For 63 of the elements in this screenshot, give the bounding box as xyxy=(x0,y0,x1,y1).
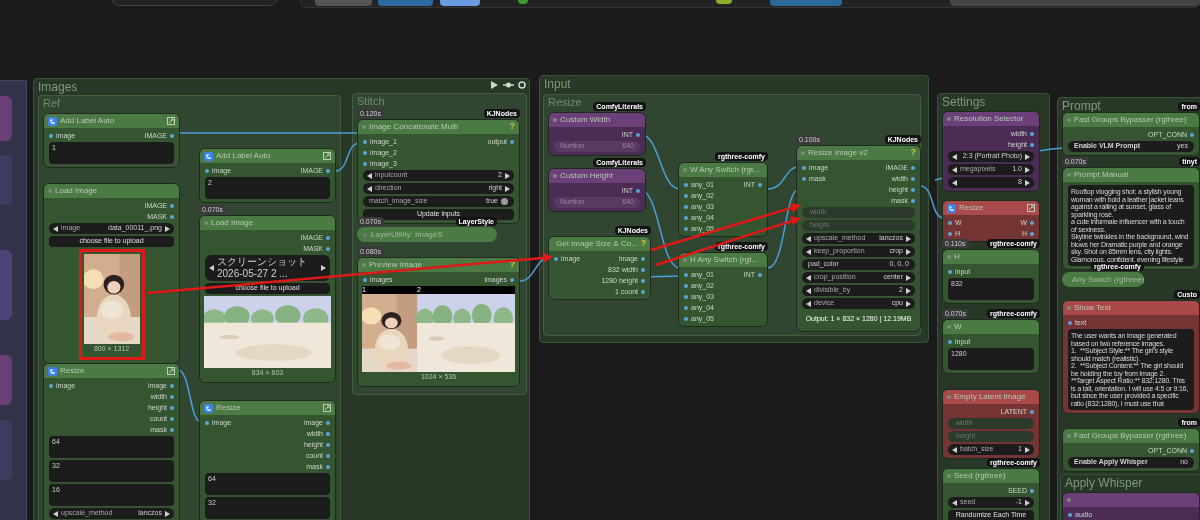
caret-right-icon[interactable] xyxy=(165,510,170,517)
node-title: Resize xyxy=(216,402,241,414)
caret-right-icon[interactable] xyxy=(321,265,326,271)
node-title: Add Label Auto xyxy=(60,115,115,127)
node-header[interactable]: Resolution Selector xyxy=(943,112,1039,126)
caret-right-icon[interactable] xyxy=(1025,499,1030,506)
node-title: W xyxy=(954,321,962,333)
expand-icon[interactable] xyxy=(167,117,175,125)
node-header[interactable] xyxy=(1063,493,1199,507)
node-title: Empty Latent Image xyxy=(954,391,1026,403)
group-title: Apply Whisper xyxy=(1065,475,1143,492)
group-title: Prompt xyxy=(1062,98,1101,115)
node-header[interactable]: Empty Latent Image xyxy=(943,390,1039,404)
node-title: H xyxy=(954,251,960,263)
expand-icon[interactable] xyxy=(1027,204,1035,212)
group-title: Ref xyxy=(43,96,61,111)
node-header[interactable]: Resize xyxy=(943,201,1039,215)
group-title: Input xyxy=(544,76,571,93)
caret-left-icon[interactable] xyxy=(952,499,957,506)
combo-field[interactable]: スクリーンショット 2026-05-27 2 ... xyxy=(205,255,330,281)
node-title: Fast Groups Bypasser (rgthree) xyxy=(1074,114,1187,126)
caret-left-icon[interactable] xyxy=(209,265,214,271)
caret-left-icon[interactable] xyxy=(53,225,58,232)
node-title: Custom Height xyxy=(560,170,613,182)
node-title: Resolution Selector xyxy=(954,113,1024,125)
caret-right-icon[interactable] xyxy=(1025,446,1030,453)
expand-icon[interactable] xyxy=(323,404,331,412)
node-title: Load Image xyxy=(55,185,98,197)
node-header[interactable]: Show Text xyxy=(1063,301,1199,315)
circle-icon[interactable] xyxy=(518,81,526,89)
node-card[interactable] xyxy=(1062,167,1200,270)
node-title: Prompt Manual xyxy=(1074,169,1129,181)
node-header[interactable]: Custom Width xyxy=(549,113,645,127)
caret-left-icon[interactable] xyxy=(53,510,58,517)
node-header[interactable]: Custom Height xyxy=(549,169,645,183)
node-title: Add Label Auto xyxy=(216,150,271,162)
group-title: Resize xyxy=(548,95,582,110)
node-title: Fast Groups Bypasser (rgthree) xyxy=(1074,430,1187,442)
group-title: Settings xyxy=(942,94,986,111)
expand-icon[interactable] xyxy=(323,152,331,160)
node-title: Resize Image v2 xyxy=(808,147,868,159)
caret-left-icon[interactable] xyxy=(952,446,957,453)
node-card[interactable] xyxy=(1062,300,1200,414)
node-card[interactable] xyxy=(796,145,921,332)
group-title: Images xyxy=(38,79,78,96)
node-title: H Any Switch (rgt... xyxy=(690,254,759,266)
node-title: Custom Width xyxy=(560,114,611,126)
node-title: Load Image xyxy=(211,217,254,229)
node-title: Preview Image xyxy=(369,259,422,271)
node-title: Resize xyxy=(60,365,85,377)
node-title: Image Concatenate Multi xyxy=(369,121,458,133)
node-title: Seed (rgthree) xyxy=(954,470,1006,482)
node-link xyxy=(919,185,945,219)
node-title: W Any Switch (rgt... xyxy=(690,164,760,176)
caret-right-icon[interactable] xyxy=(165,225,170,232)
group-title: Stitch xyxy=(357,94,385,109)
expand-icon[interactable] xyxy=(167,367,175,375)
node-title: Get Image Size & Co... xyxy=(556,238,638,250)
node-title: Show Text xyxy=(1074,302,1111,314)
play-icon[interactable] xyxy=(491,81,498,89)
node-title: Resize xyxy=(959,202,984,214)
node-link xyxy=(177,369,201,422)
link-icon[interactable] xyxy=(503,82,514,88)
